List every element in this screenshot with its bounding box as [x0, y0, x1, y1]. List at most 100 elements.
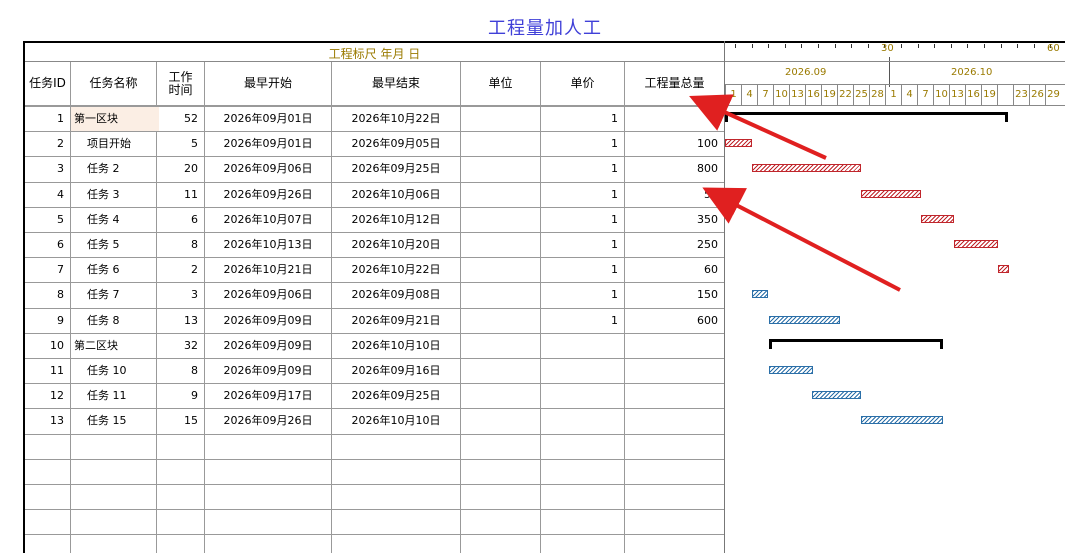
cell-qty[interactable]	[625, 408, 724, 433]
cell-price[interactable]: 1	[541, 182, 624, 207]
header-price[interactable]: 单价	[541, 62, 624, 106]
cell-dur[interactable]: 6	[157, 207, 204, 232]
cell-qty[interactable]	[625, 106, 724, 131]
cell-qty[interactable]: 800	[625, 156, 724, 181]
summary-bar[interactable]	[769, 338, 943, 349]
task-bar[interactable]	[998, 265, 1009, 274]
cell-id[interactable]: 11	[25, 358, 70, 383]
cell-id[interactable]: 9	[25, 308, 70, 333]
cell-id[interactable]: 8	[25, 282, 70, 307]
cell-id[interactable]: 12	[25, 383, 70, 408]
cell-dur[interactable]: 3	[157, 282, 204, 307]
cell-finish[interactable]: 2026年10月06日	[332, 182, 460, 207]
cell-id[interactable]: 2	[25, 131, 70, 156]
cell-start[interactable]: 2026年09月17日	[205, 383, 331, 408]
cell-id[interactable]: 5	[25, 207, 70, 232]
cell-start[interactable]: 2026年09月09日	[205, 333, 331, 358]
task-bar[interactable]	[769, 315, 840, 324]
cell-dur[interactable]: 11	[157, 182, 204, 207]
cell-name[interactable]: 第二区块	[71, 333, 159, 358]
cell-start[interactable]: 2026年09月09日	[205, 358, 331, 383]
cell-dur[interactable]: 13	[157, 308, 204, 333]
cell-unit[interactable]	[461, 207, 540, 232]
cell-start[interactable]: 2026年09月26日	[205, 408, 331, 433]
cell-finish[interactable]: 2026年10月10日	[332, 333, 460, 358]
cell-unit[interactable]	[461, 358, 540, 383]
cell-qty[interactable]: 60	[625, 257, 724, 282]
cell-dur[interactable]: 52	[157, 106, 204, 131]
header-quantity[interactable]: 工程量总量	[625, 62, 724, 106]
cell-start[interactable]: 2026年09月06日	[205, 282, 331, 307]
cell-unit[interactable]	[461, 257, 540, 282]
cell-start[interactable]: 2026年09月01日	[205, 131, 331, 156]
cell-price[interactable]: 1	[541, 106, 624, 131]
cell-dur[interactable]: 8	[157, 358, 204, 383]
header-task-name[interactable]: 任务名称	[71, 62, 156, 106]
cell-unit[interactable]	[461, 182, 540, 207]
cell-unit[interactable]	[461, 156, 540, 181]
cell-dur[interactable]: 15	[157, 408, 204, 433]
cell-finish[interactable]: 2026年09月16日	[332, 358, 460, 383]
cell-dur[interactable]: 32	[157, 333, 204, 358]
task-bar[interactable]	[769, 366, 813, 374]
cell-start[interactable]: 2026年09月01日	[205, 106, 331, 131]
header-duration[interactable]: 工作时间	[157, 62, 204, 106]
task-bar[interactable]	[861, 189, 921, 198]
cell-unit[interactable]	[461, 131, 540, 156]
cell-unit[interactable]	[461, 383, 540, 408]
cell-dur[interactable]: 8	[157, 232, 204, 257]
cell-price[interactable]	[541, 383, 624, 408]
header-start[interactable]: 最早开始	[205, 62, 331, 106]
cell-price[interactable]: 1	[541, 257, 624, 282]
cell-qty[interactable]: 600	[625, 308, 724, 333]
cell-finish[interactable]: 2026年09月25日	[332, 156, 460, 181]
cell-id[interactable]: 3	[25, 156, 70, 181]
cell-price[interactable]: 1	[541, 232, 624, 257]
cell-qty[interactable]: 250	[625, 232, 724, 257]
task-bar[interactable]	[752, 164, 861, 173]
cell-start[interactable]: 2026年09月06日	[205, 156, 331, 181]
task-bar[interactable]	[752, 290, 768, 299]
cell-price[interactable]: 1	[541, 131, 624, 156]
cell-start[interactable]: 2026年09月09日	[205, 308, 331, 333]
cell-price[interactable]: 1	[541, 207, 624, 232]
cell-qty[interactable]	[625, 358, 724, 383]
cell-qty[interactable]: 150	[625, 282, 724, 307]
task-bar[interactable]	[812, 391, 861, 400]
cell-finish[interactable]: 2026年10月22日	[332, 106, 460, 131]
task-bar[interactable]	[861, 416, 943, 425]
cell-price[interactable]: 1	[541, 308, 624, 333]
cell-finish[interactable]: 2026年09月08日	[332, 282, 460, 307]
cell-price[interactable]: 1	[541, 282, 624, 307]
task-bar[interactable]	[954, 240, 998, 248]
cell-finish[interactable]: 2026年09月25日	[332, 383, 460, 408]
cell-id[interactable]: 13	[25, 408, 70, 433]
cell-id[interactable]: 10	[25, 333, 70, 358]
cell-unit[interactable]	[461, 333, 540, 358]
cell-price[interactable]	[541, 408, 624, 433]
cell-finish[interactable]: 2026年10月12日	[332, 207, 460, 232]
cell-start[interactable]: 2026年10月07日	[205, 207, 331, 232]
cell-price[interactable]	[541, 358, 624, 383]
cell-finish[interactable]: 2026年09月21日	[332, 308, 460, 333]
cell-price[interactable]	[541, 333, 624, 358]
cell-finish[interactable]: 2026年10月10日	[332, 408, 460, 433]
cell-start[interactable]: 2026年10月13日	[205, 232, 331, 257]
cell-finish[interactable]: 2026年09月05日	[332, 131, 460, 156]
cell-unit[interactable]	[461, 282, 540, 307]
task-bar[interactable]	[921, 214, 954, 223]
cell-name[interactable]: 第一区块	[71, 106, 159, 131]
cell-id[interactable]: 6	[25, 232, 70, 257]
task-bar[interactable]	[725, 139, 752, 148]
cell-price[interactable]: 1	[541, 156, 624, 181]
cell-unit[interactable]	[461, 232, 540, 257]
header-task-id[interactable]: 任务ID	[25, 62, 70, 106]
cell-qty[interactable]: 100	[625, 131, 724, 156]
cell-start[interactable]: 2026年10月21日	[205, 257, 331, 282]
cell-qty[interactable]: 50	[625, 182, 724, 207]
cell-dur[interactable]: 2	[157, 257, 204, 282]
cell-id[interactable]: 7	[25, 257, 70, 282]
header-unit[interactable]: 单位	[461, 62, 540, 106]
cell-id[interactable]: 4	[25, 182, 70, 207]
summary-bar[interactable]	[725, 112, 1008, 122]
